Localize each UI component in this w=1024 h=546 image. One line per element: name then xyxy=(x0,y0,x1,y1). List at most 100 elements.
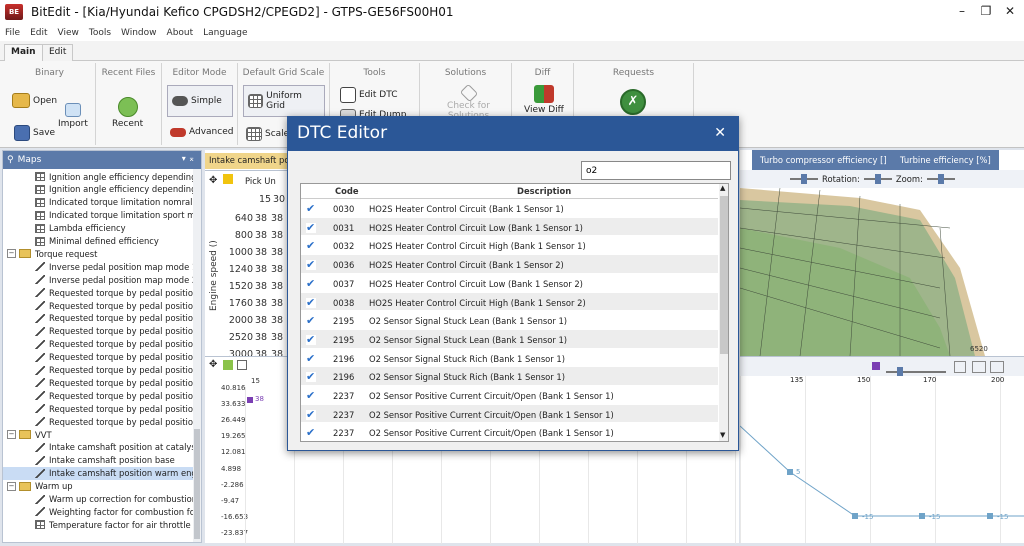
scroll-down-icon[interactable]: ▼ xyxy=(720,431,725,439)
col-description[interactable]: Description xyxy=(517,186,571,196)
tree-item[interactable]: Requested torque by pedal position xyxy=(3,286,193,299)
grid-cell[interactable]: 38 xyxy=(255,298,267,309)
dtc-enabled-checkbox[interactable]: ✔ xyxy=(306,390,316,401)
chart-point[interactable] xyxy=(787,469,793,475)
tree-item[interactable]: Requested torque by pedal position xyxy=(3,415,193,428)
menu-tools[interactable]: Tools xyxy=(89,28,111,38)
zoom-slider[interactable] xyxy=(926,174,955,184)
tree-item[interactable]: Indicated torque limitation sport mo xyxy=(3,209,193,222)
tab-edit[interactable]: Edit xyxy=(42,44,74,61)
tilt-slider[interactable] xyxy=(790,174,818,184)
dtc-enabled-checkbox[interactable]: ✔ xyxy=(306,222,316,233)
tree-item[interactable]: Requested torque by pedal position xyxy=(3,338,193,351)
maps-scrollbar[interactable] xyxy=(193,169,201,542)
map-tab[interactable]: Intake camshaft pos xyxy=(205,153,289,169)
tree-item[interactable]: Warm up correction for combustion xyxy=(3,493,193,506)
tree-item[interactable]: Requested torque by pedal position xyxy=(3,364,193,377)
dtc-scroll-thumb[interactable] xyxy=(720,196,728,354)
tree-item[interactable]: Lambda efficiency xyxy=(3,222,193,235)
dtc-search-input[interactable] xyxy=(581,161,731,180)
grid-cell[interactable]: 38 xyxy=(255,332,267,343)
open-button[interactable]: Open xyxy=(12,93,57,108)
grid-cell[interactable]: 38 xyxy=(271,213,283,224)
dtc-enabled-checkbox[interactable]: ✔ xyxy=(306,334,316,345)
minimize-icon[interactable]: – xyxy=(952,4,972,18)
grid-cell[interactable]: 38 xyxy=(255,281,267,292)
dtc-enabled-checkbox[interactable]: ✔ xyxy=(306,278,316,289)
grid-cell[interactable]: 38 xyxy=(255,247,267,258)
tree-item[interactable]: Requested torque by pedal position xyxy=(3,376,193,389)
view-diff-button[interactable]: View Diff xyxy=(524,85,564,115)
tree-item[interactable]: Intake camshaft position warm engir xyxy=(3,466,193,480)
grid-cell[interactable]: 38 xyxy=(271,230,283,241)
menu-about[interactable]: About xyxy=(167,28,194,38)
grid-cell[interactable]: 38 xyxy=(271,298,283,309)
requests-button[interactable]: ✗ xyxy=(620,89,646,115)
tree-item[interactable]: Inverse pedal position map mode 2 xyxy=(3,273,193,286)
series-icon[interactable] xyxy=(872,362,880,370)
dtc-scrollbar[interactable]: ▲ ▼ xyxy=(719,184,728,441)
chart-point[interactable] xyxy=(919,513,925,519)
tab-turbo-compressor[interactable]: Turbo compressor efficiency [] xyxy=(752,150,895,170)
chart-zoom-slider[interactable] xyxy=(886,367,946,377)
tree-item[interactable]: Requested torque by pedal position xyxy=(3,351,193,364)
move-icon[interactable]: ✥ xyxy=(209,359,217,370)
tree-item[interactable]: Ignition angle efficiency depending c xyxy=(3,183,193,196)
grid-cell[interactable]: 38 xyxy=(271,315,283,326)
grid-cell[interactable]: 38 xyxy=(271,281,283,292)
tree-item[interactable]: Indicated torque limitation nomral m xyxy=(3,196,193,209)
tree-item[interactable]: Minimal defined efficiency xyxy=(3,235,193,248)
dtc-row[interactable]: ✔ 0032 HO2S Heater Control Circuit High (B… xyxy=(301,236,718,256)
collapse-icon[interactable]: − xyxy=(7,430,16,439)
tree-item[interactable]: Ignition angle efficiency depending c xyxy=(3,170,193,183)
dtc-row[interactable]: ✔ 2195 O2 Sensor Signal Stuck Lean (Bank 1… xyxy=(301,311,718,330)
tree-folder[interactable]: − Torque request xyxy=(3,247,193,260)
dtc-enabled-checkbox[interactable]: ✔ xyxy=(306,297,316,308)
grid-view-icon[interactable] xyxy=(954,361,966,373)
tree-item[interactable]: Requested torque by pedal position xyxy=(3,312,193,325)
move-icon[interactable]: ✥ xyxy=(209,175,217,186)
dtc-enabled-checkbox[interactable]: ✔ xyxy=(306,409,316,420)
edit-dtc-button[interactable]: Edit DTC xyxy=(340,87,397,103)
tab-main[interactable]: Main xyxy=(4,44,43,61)
import-button[interactable]: Import xyxy=(58,103,88,129)
dtc-row[interactable]: ✔ 2195 O2 Sensor Signal Stuck Lean (Bank 1… xyxy=(301,329,718,349)
dtc-row[interactable]: ✔ 0031 HO2S Heater Control Circuit Low (Ba… xyxy=(301,217,718,237)
dtc-row[interactable]: ✔ 0037 HO2S Heater Control Circuit Low (Ba… xyxy=(301,274,718,293)
maps-scroll-thumb[interactable] xyxy=(194,429,200,539)
dtc-row[interactable]: ✔ 0036 HO2S Heater Control Circuit (Bank 1… xyxy=(301,255,718,274)
dtc-enabled-checkbox[interactable]: ✔ xyxy=(306,315,316,327)
dtc-enabled-checkbox[interactable]: ✔ xyxy=(306,203,316,214)
menu-edit[interactable]: Edit xyxy=(30,28,47,38)
curve-view-icon[interactable] xyxy=(990,361,1004,373)
tree-item[interactable]: Weighting factor for combustion for xyxy=(3,505,193,518)
grid-cell[interactable]: 38 xyxy=(255,213,267,224)
grid-cell[interactable]: 38 xyxy=(255,315,267,326)
tree-item[interactable]: Intake camshaft position at catalyst h xyxy=(3,441,193,454)
restore-icon[interactable]: ❐ xyxy=(976,4,996,18)
chart-point[interactable] xyxy=(987,513,993,519)
dtc-enabled-checkbox[interactable]: ✔ xyxy=(306,371,316,383)
dtc-row[interactable]: ✔ 2237 O2 Sensor Positive Current Circuit/… xyxy=(301,404,718,424)
pin-icon[interactable]: ▾ ⌅ xyxy=(182,154,195,163)
dtc-enabled-checkbox[interactable]: ✔ xyxy=(306,259,316,271)
tree-item[interactable]: Requested torque by pedal position xyxy=(3,389,193,402)
dtc-row[interactable]: ✔ 0038 HO2S Heater Control Circuit High (B… xyxy=(301,292,718,312)
menu-window[interactable]: Window xyxy=(121,28,157,38)
scroll-up-icon[interactable]: ▲ xyxy=(720,184,725,192)
palette-icon[interactable] xyxy=(223,174,233,184)
advanced-mode-button[interactable]: Advanced xyxy=(170,127,233,137)
col-code[interactable]: Code xyxy=(335,186,359,196)
tree-folder[interactable]: − Warm up xyxy=(3,480,193,493)
tree-folder[interactable]: − VVT xyxy=(3,428,193,441)
grid-cell[interactable]: 38 xyxy=(271,332,283,343)
chart-icon[interactable] xyxy=(223,360,233,370)
grid-icon[interactable] xyxy=(237,360,247,370)
scale-grid-button[interactable]: Scale xyxy=(246,127,289,141)
dtc-enabled-checkbox[interactable]: ✔ xyxy=(306,353,316,364)
tree-item[interactable]: Requested torque by pedal position xyxy=(3,402,193,415)
tree-item[interactable]: Inverse pedal position map mode 1 xyxy=(3,260,193,273)
grid-cell[interactable]: 38 xyxy=(255,230,267,241)
collapse-icon[interactable]: − xyxy=(7,481,16,491)
tab-turbine-efficiency[interactable]: Turbine efficiency [%] xyxy=(892,150,999,170)
